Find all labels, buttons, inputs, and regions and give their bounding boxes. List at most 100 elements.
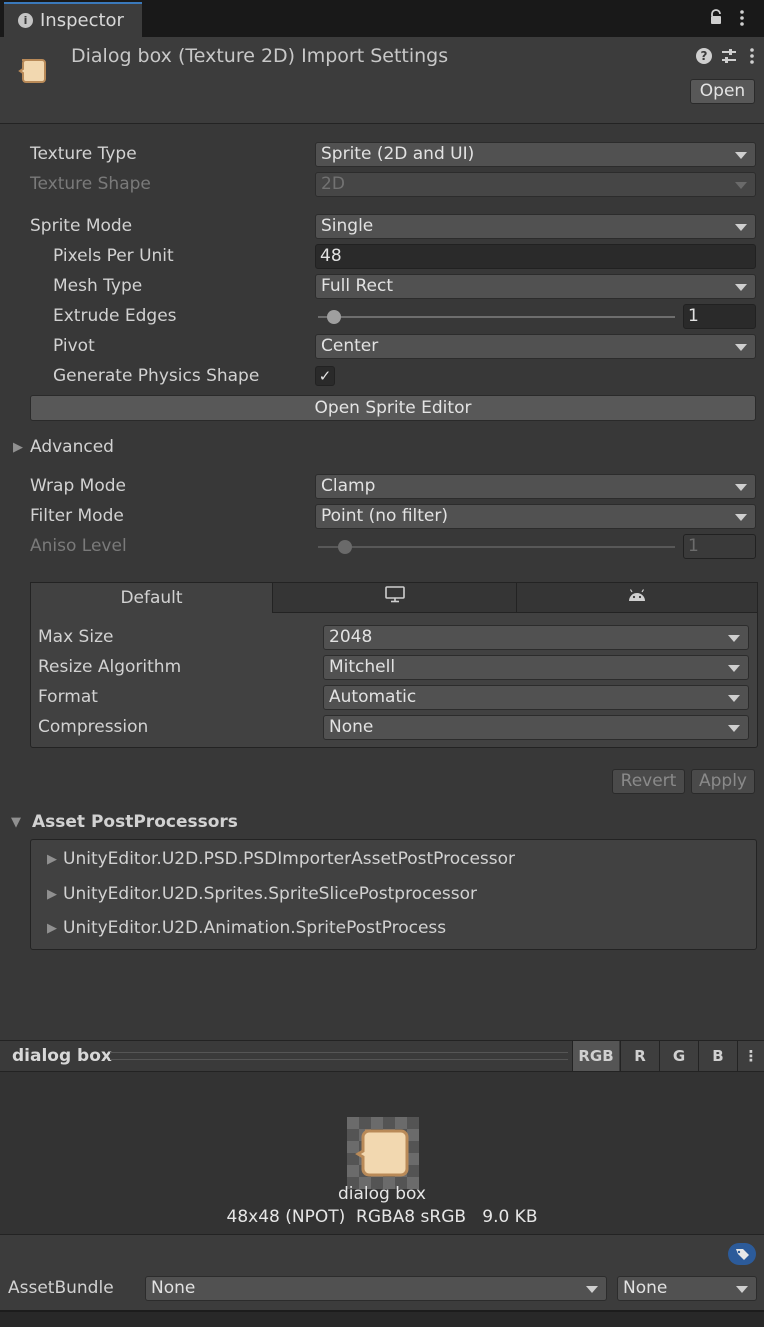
channel-r-button[interactable]: R (620, 1041, 659, 1071)
presets-icon[interactable] (720, 48, 738, 64)
pivot-label: Pivot (53, 336, 95, 356)
texture-shape-dropdown: 2D (315, 172, 756, 197)
filter-mode-dropdown[interactable]: Point (no filter) (315, 504, 756, 529)
pixels-per-unit-field[interactable]: 48 (315, 244, 756, 269)
open-sprite-editor-button[interactable]: Open Sprite Editor (30, 395, 756, 421)
mesh-type-value: Full Rect (321, 276, 393, 296)
chevron-down-icon (728, 725, 740, 732)
preview-title: dialog box (12, 1046, 112, 1066)
texture-type-dropdown[interactable]: Sprite (2D and UI) (315, 142, 756, 167)
texture-type-label: Texture Type (30, 144, 137, 164)
channel-rgb-button[interactable]: RGB (572, 1041, 619, 1071)
texture-type-value: Sprite (2D and UI) (321, 144, 475, 164)
wrap-mode-value: Clamp (321, 476, 376, 496)
preview-image (347, 1117, 419, 1189)
compression-label: Compression (38, 717, 149, 737)
chevron-down-icon (735, 224, 747, 231)
resize-algorithm-dropdown[interactable]: Mitchell (323, 655, 749, 680)
chevron-down-icon (728, 635, 740, 642)
extrude-edges-label: Extrude Edges (53, 306, 177, 326)
extrude-edges-field[interactable]: 1 (683, 304, 756, 329)
compression-dropdown[interactable]: None (323, 715, 749, 740)
channel-g-button[interactable]: G (659, 1041, 698, 1071)
pp-item-arrow-icon[interactable]: ▶ (47, 921, 57, 936)
lock-icon[interactable] (709, 9, 723, 25)
list-item[interactable]: UnityEditor.U2D.PSD.PSDImporterAssetPost… (63, 849, 515, 869)
chevron-down-icon (735, 152, 747, 159)
sprite-asset-icon (18, 57, 48, 85)
tab-default[interactable]: Default (30, 582, 273, 613)
advanced-foldout-label[interactable]: Advanced (30, 437, 114, 457)
pp-item-arrow-icon[interactable]: ▶ (47, 852, 57, 867)
asset-bundle-name-value: None (151, 1278, 196, 1298)
max-size-label: Max Size (38, 627, 114, 647)
list-item[interactable]: UnityEditor.U2D.Animation.SpritePostProc… (63, 918, 446, 938)
postprocessors-foldout-arrow-icon[interactable]: ▼ (11, 815, 21, 830)
mesh-type-label: Mesh Type (53, 276, 143, 296)
list-item[interactable]: UnityEditor.U2D.Sprites.SpriteSlicePostp… (63, 884, 477, 904)
tab-android[interactable] (516, 582, 758, 613)
wrap-mode-dropdown[interactable]: Clamp (315, 474, 756, 499)
header-more-icon[interactable] (748, 47, 756, 65)
texture-shape-value: 2D (321, 174, 345, 194)
monitor-icon (384, 583, 406, 613)
physics-shape-label: Generate Physics Shape (53, 366, 260, 386)
pixels-per-unit-label: Pixels Per Unit (53, 246, 174, 266)
revert-button[interactable]: Revert (612, 769, 685, 794)
aniso-level-field: 1 (683, 534, 756, 559)
android-icon (627, 583, 647, 613)
aniso-level-slider-track (318, 546, 675, 548)
label-tag-icon[interactable] (728, 1243, 756, 1265)
advanced-foldout-arrow-icon[interactable]: ▶ (13, 440, 23, 455)
tab-inspector-label: Inspector (40, 10, 124, 31)
aniso-level-slider-handle (338, 540, 352, 554)
postprocessors-title[interactable]: Asset PostProcessors (32, 812, 238, 832)
apply-button[interactable]: Apply (691, 769, 755, 794)
extrude-edges-slider-track[interactable] (318, 316, 675, 318)
format-value: Automatic (329, 687, 417, 707)
pp-item-arrow-icon[interactable]: ▶ (47, 887, 57, 902)
filter-mode-value: Point (no filter) (321, 506, 449, 526)
resize-algorithm-value: Mitchell (329, 657, 396, 677)
sprite-preview-icon (355, 1129, 409, 1177)
preview-more-icon[interactable]: ⋮ (737, 1041, 764, 1071)
asset-bundle-name-dropdown[interactable]: None (145, 1276, 607, 1301)
sprite-mode-label: Sprite Mode (30, 216, 133, 236)
wrap-mode-label: Wrap Mode (30, 476, 126, 496)
mesh-type-dropdown[interactable]: Full Rect (315, 274, 756, 299)
info-icon: i (18, 13, 33, 28)
chevron-down-icon (735, 514, 747, 521)
channel-b-button[interactable]: B (698, 1041, 737, 1071)
sprite-mode-value: Single (321, 216, 374, 236)
preview-drag-handle[interactable] (110, 1052, 568, 1060)
chevron-down-icon (735, 484, 747, 491)
tab-inspector[interactable]: i Inspector (4, 2, 142, 37)
pivot-value: Center (321, 336, 379, 356)
preview-info: 48x48 (NPOT) RGBA8 sRGB 9.0 KB (226, 1207, 538, 1227)
pivot-dropdown[interactable]: Center (315, 334, 756, 359)
page-title: Dialog box (Texture 2D) Import Settings (71, 45, 449, 67)
more-options-icon[interactable] (738, 9, 746, 27)
physics-shape-checkbox[interactable]: ✓ (315, 366, 335, 386)
asset-bundle-label: AssetBundle (8, 1278, 114, 1298)
tab-standalone[interactable] (272, 582, 517, 613)
help-icon[interactable]: ? (696, 48, 712, 64)
max-size-value: 2048 (329, 627, 373, 647)
open-button[interactable]: Open (690, 79, 755, 104)
filter-mode-label: Filter Mode (30, 506, 124, 526)
max-size-dropdown[interactable]: 2048 (323, 625, 749, 650)
chevron-down-icon (735, 182, 747, 189)
chevron-down-icon (728, 665, 740, 672)
compression-value: None (329, 717, 374, 737)
asset-bundle-variant-dropdown[interactable]: None (617, 1276, 757, 1301)
sprite-mode-dropdown[interactable]: Single (315, 214, 756, 239)
resize-algorithm-label: Resize Algorithm (38, 657, 182, 677)
chevron-down-icon (728, 695, 740, 702)
tab-default-label: Default (120, 588, 183, 608)
chevron-down-icon (735, 344, 747, 351)
asset-bundle-variant-value: None (623, 1278, 668, 1298)
extrude-edges-slider-handle[interactable] (327, 310, 341, 324)
bottom-border (0, 1310, 764, 1327)
chevron-down-icon (736, 1286, 748, 1293)
format-dropdown[interactable]: Automatic (323, 685, 749, 710)
